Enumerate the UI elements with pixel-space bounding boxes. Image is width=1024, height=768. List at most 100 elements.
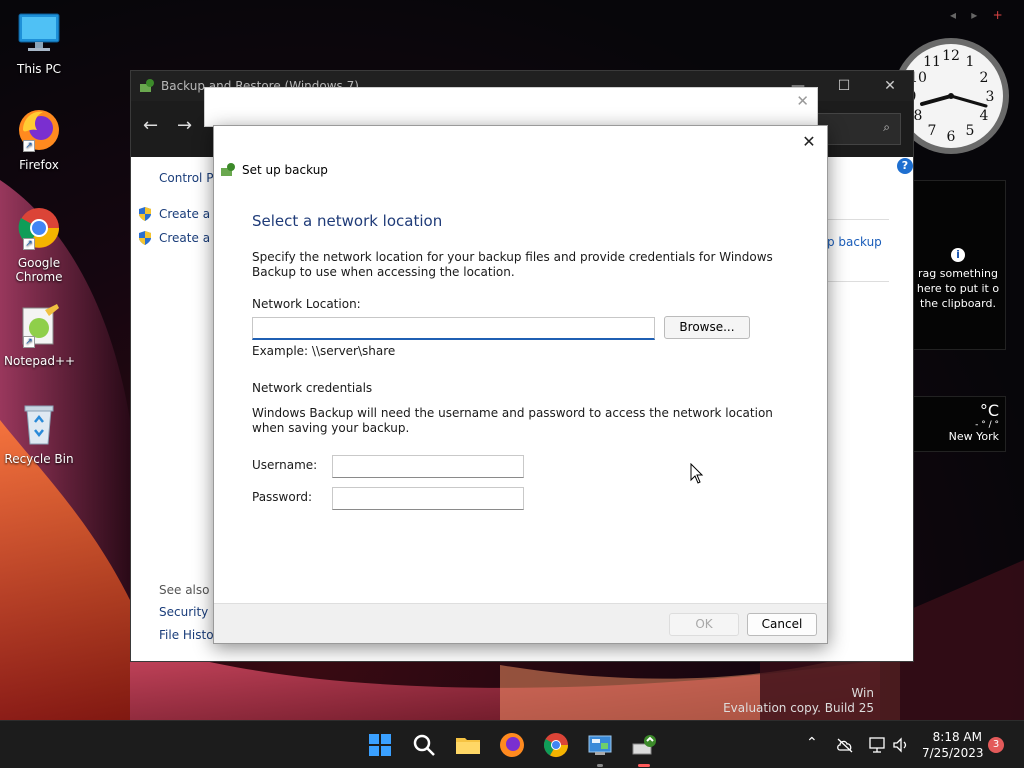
backup-icon [140,79,154,92]
desktop-icon-notepad-plus-plus[interactable]: ↗ Notepad++ [4,302,76,368]
evaluation-watermark: Win Evaluation copy. Build 25 [614,686,874,716]
windows-logo-icon [369,734,391,756]
weather-city: New York [948,430,999,443]
see-also-heading: See also [159,583,210,597]
taskbar-search-button[interactable] [408,729,440,761]
maximize-button[interactable]: ☐ [821,71,867,101]
clipboard-hint: rag something here to put it o the clipb… [916,267,1000,310]
clock-time: 8:18 AM [932,730,982,744]
notepad-plus-plus-icon: ↗ [15,302,63,350]
desktop-icon-label: Recycle Bin [4,452,74,466]
username-label: Username: [252,458,318,472]
svg-text:11: 11 [923,54,941,70]
svg-text:7: 7 [928,123,937,139]
credentials-description: Windows Backup will need the username an… [252,406,773,435]
ok-button[interactable]: OK [669,613,739,636]
mouse-pointer-icon [690,463,704,484]
svg-text:12: 12 [942,48,960,64]
watermark-line-2: Evaluation copy. Build 25 [723,701,874,715]
firefox-icon [500,733,524,757]
create-system-image-link[interactable]: Create a [159,207,210,221]
svg-text:5: 5 [966,123,975,139]
svg-text:1: 1 [966,54,975,70]
volume-icon[interactable] [892,736,910,754]
shortcut-arrow-icon: ↗ [23,336,35,348]
monitor-icon [15,10,63,58]
dialog-description: Specify the network location for your ba… [252,250,773,279]
weather-gadget[interactable]: °C - ° / ° New York [910,396,1006,452]
svg-text:6: 6 [947,129,956,145]
username-field[interactable] [332,455,524,478]
location-example: Example: \\server\share [252,344,396,358]
back-arrow-icon[interactable]: ← [143,115,158,136]
clipboard-gadget[interactable]: i rag something here to put it o the cli… [910,180,1006,350]
network-location-input[interactable] [252,317,655,340]
shield-icon [139,207,151,221]
taskbar-firefox[interactable] [496,729,528,761]
setup-backup-dialog[interactable]: ✕ Set up backup Select a network locatio… [213,125,828,644]
desktop-icon-firefox[interactable]: ↗ Firefox [4,106,74,172]
taskbar-control-panel[interactable] [584,729,616,767]
password-field[interactable] [332,487,524,510]
desktop-icon-label: Notepad++ [4,354,76,368]
setup-backup-link[interactable]: p backup [827,235,882,249]
start-button[interactable] [364,729,396,761]
divider [827,281,889,282]
chrome-icon [543,733,568,758]
taskbar-file-explorer[interactable] [452,729,484,761]
search-box[interactable]: ⌕ [817,113,901,145]
background-dialog: ✕ [204,87,818,127]
dialog-title: Set up backup [242,163,328,177]
backup-icon [221,163,235,176]
control-panel-icon [588,735,612,755]
network-location-label: Network Location: [252,297,361,311]
network-icon[interactable] [868,736,886,754]
taskbar-backup-restore[interactable] [628,729,660,767]
desktop-icon-label: Firefox [19,158,59,172]
shortcut-arrow-icon: ↗ [23,238,35,250]
password-label: Password: [252,490,313,504]
svg-text:8: 8 [914,108,923,124]
cancel-button[interactable]: Cancel [747,613,817,636]
chevron-up-icon[interactable]: ⌃ [806,735,818,751]
desktop-icon-google-chrome[interactable]: ↗ Google Chrome [4,204,74,284]
dialog-close-button[interactable]: ✕ [797,130,821,154]
taskbar: ⌃ 8:18 AM 7/25/2023 3 [0,720,1024,768]
control-panel-link[interactable]: Control P [159,171,213,185]
chevron-right-icon[interactable]: ▸ [971,8,977,22]
desktop-icon-label: Google Chrome [15,256,63,284]
search-icon: ⌕ [883,120,890,134]
taskbar-clock[interactable]: 8:18 AM 7/25/2023 [922,729,984,761]
weather-range: - ° / ° [975,420,999,430]
dialog-heading: Select a network location [252,212,443,230]
watermark-line-1: Win [851,686,874,700]
close-icon[interactable]: ✕ [796,92,809,110]
desktop-icon-this-pc[interactable]: This PC [4,10,74,76]
folder-icon [456,738,480,754]
cloud-offline-icon[interactable] [836,737,854,753]
chrome-icon: ↗ [15,204,63,252]
create-repair-disc-link[interactable]: Create a [159,231,210,245]
weather-unit: °C [979,401,999,420]
info-icon: i [951,248,965,262]
dialog-title-row: Set up backup [220,162,328,178]
help-icon[interactable]: ? [897,158,913,174]
security-link[interactable]: Security [159,605,208,619]
shield-icon [139,231,151,245]
chevron-left-icon[interactable]: ◂ [950,8,956,22]
gadget-controls: ◂ ▸ + [950,8,1003,22]
notification-badge[interactable]: 3 [988,737,1004,753]
credentials-heading: Network credentials [252,381,373,395]
close-button[interactable]: ✕ [867,71,913,101]
svg-text:3: 3 [986,89,995,105]
search-icon [413,734,435,756]
taskbar-chrome[interactable] [540,729,572,761]
forward-arrow-icon[interactable]: → [177,115,192,136]
svg-text:4: 4 [980,108,989,124]
shortcut-arrow-icon: ↗ [23,140,35,152]
divider [827,219,889,220]
browse-button[interactable]: Browse... [664,316,750,339]
desktop-icon-recycle-bin[interactable]: Recycle Bin [4,400,74,466]
add-gadget-icon[interactable]: + [993,8,1003,22]
clock-date: 7/25/2023 [922,746,984,760]
